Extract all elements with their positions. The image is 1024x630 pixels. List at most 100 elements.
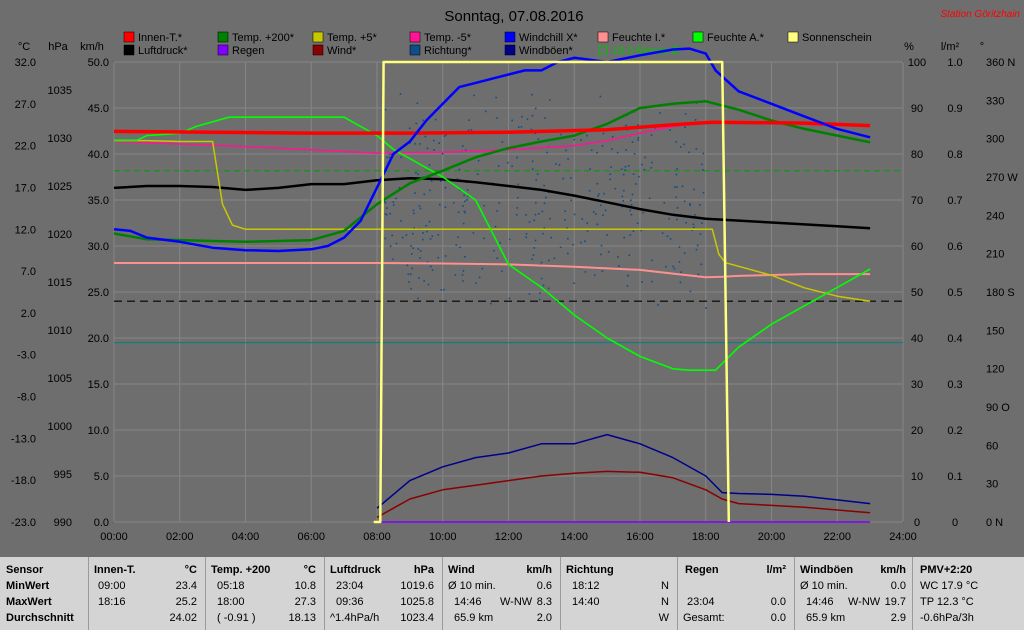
direction-point bbox=[414, 192, 416, 194]
direction-point bbox=[531, 168, 534, 171]
direction-point bbox=[415, 172, 417, 174]
hpa-tick-label: 1035 bbox=[48, 85, 72, 97]
direction-tick-label: 300 bbox=[986, 134, 1004, 146]
direction-point bbox=[484, 110, 487, 113]
stats-luftdruck-min-value: 1019.6 bbox=[400, 580, 434, 592]
legend-swatch bbox=[692, 31, 704, 43]
stats-wind-max-value: 8.3 bbox=[536, 596, 552, 608]
direction-point bbox=[384, 213, 387, 215]
direction-point bbox=[695, 248, 698, 251]
direction-point bbox=[564, 210, 567, 212]
percent-tick-label: 20 bbox=[911, 425, 923, 437]
legend-label: Temp. +5* bbox=[327, 32, 378, 44]
stats-col-temp200: Temp. +200 °C 05:18 10.8 18:00 27.3 ( -0.91… bbox=[205, 557, 325, 630]
direction-point bbox=[560, 133, 562, 136]
stats-regen-total-label: Gesamt: bbox=[683, 612, 725, 624]
celsius-tick-label: -13.0 bbox=[11, 433, 36, 445]
direction-point bbox=[508, 297, 511, 300]
x-tick-label: 00:00 bbox=[100, 531, 128, 543]
direction-point bbox=[417, 248, 420, 250]
percent-tick-label: 70 bbox=[911, 195, 923, 207]
stats-regen-header: Regen bbox=[685, 564, 719, 576]
legend-swatch bbox=[504, 44, 516, 56]
direction-point bbox=[535, 178, 538, 181]
direction-point bbox=[542, 284, 545, 287]
direction-point bbox=[596, 223, 599, 226]
direction-point bbox=[589, 168, 591, 170]
direction-point bbox=[476, 173, 479, 176]
direction-tick-label: 180 S bbox=[986, 287, 1015, 299]
direction-point bbox=[661, 232, 664, 234]
weather-chart: Sonntag, 07.08.2016 Station Göritzhain I… bbox=[0, 0, 1024, 555]
direction-point bbox=[604, 209, 607, 212]
direction-tick-label: 270 W bbox=[986, 172, 1018, 184]
direction-point bbox=[546, 151, 548, 154]
stats-pmv-header: PMV+2:20 bbox=[920, 564, 973, 576]
stats-col-windboen: Windböen km/h Ø 10 min. 0.0 14:46 W-NW 19.7 … bbox=[794, 557, 913, 630]
direction-point bbox=[408, 281, 410, 283]
x-tick-label: 10:00 bbox=[429, 531, 457, 543]
stats-richtung-min-value: N bbox=[661, 580, 669, 592]
hpa-tick-label: 1010 bbox=[48, 325, 72, 337]
direction-point bbox=[627, 274, 629, 277]
direction-point bbox=[540, 277, 543, 280]
direction-point bbox=[384, 237, 387, 240]
legend-label: Windböen* bbox=[519, 45, 574, 57]
percent-tick-label: 50 bbox=[911, 287, 923, 299]
direction-point bbox=[392, 258, 394, 261]
direction-point bbox=[437, 234, 440, 236]
direction-point bbox=[564, 218, 566, 221]
direction-point bbox=[410, 253, 413, 255]
direction-point bbox=[419, 257, 421, 259]
direction-point bbox=[511, 165, 513, 168]
stats-col-sensor: Sensor MinWert MaxWert Durchschnitt bbox=[0, 557, 89, 630]
legend-label: Temp. +200* bbox=[232, 32, 295, 44]
stats-richtung-max-time: 14:40 bbox=[572, 596, 600, 608]
kmh-tick-label: 25.0 bbox=[88, 287, 109, 299]
stats-wind-header: Wind bbox=[448, 564, 475, 576]
celsius-tick-label: -23.0 bbox=[11, 517, 36, 529]
direction-point bbox=[596, 182, 599, 185]
celsius-tick-label: 7.0 bbox=[21, 266, 36, 278]
direction-point bbox=[590, 149, 593, 152]
direction-point bbox=[663, 201, 666, 204]
direction-point bbox=[693, 214, 696, 216]
direction-point bbox=[542, 232, 544, 235]
direction-point bbox=[598, 193, 600, 195]
direction-point bbox=[424, 135, 427, 138]
direction-tick-label: 210 bbox=[986, 249, 1004, 261]
direction-point bbox=[609, 173, 612, 176]
direction-point bbox=[669, 129, 671, 131]
stats-windboen-unit: km/h bbox=[880, 564, 906, 576]
percent-tick-label: 90 bbox=[911, 103, 923, 115]
direction-point bbox=[455, 244, 458, 246]
direction-point bbox=[493, 249, 495, 252]
direction-point bbox=[462, 222, 465, 225]
direction-point bbox=[400, 220, 402, 222]
kmh-tick-label: 50.0 bbox=[88, 57, 109, 69]
direction-point bbox=[410, 245, 412, 247]
stats-innen-unit: °C bbox=[184, 564, 197, 576]
percent-tick-label: 80 bbox=[911, 149, 923, 161]
direction-point bbox=[533, 219, 535, 222]
direction-point bbox=[629, 199, 632, 202]
stats-header-sensor: Sensor bbox=[6, 564, 44, 576]
direction-point bbox=[537, 138, 540, 141]
direction-point bbox=[637, 136, 640, 139]
direction-point bbox=[399, 93, 402, 95]
direction-point bbox=[678, 246, 681, 248]
direction-point bbox=[452, 201, 455, 204]
direction-point bbox=[616, 151, 619, 154]
direction-point bbox=[431, 235, 434, 237]
stats-regen-total-value: 0.0 bbox=[770, 612, 786, 624]
direction-point bbox=[572, 243, 574, 246]
direction-point bbox=[457, 236, 459, 239]
stats-windboen-distance: 65.9 km bbox=[806, 612, 846, 624]
direction-point bbox=[625, 149, 628, 151]
direction-point bbox=[610, 148, 613, 150]
legend-swatch bbox=[217, 44, 229, 56]
celsius-tick-label: 17.0 bbox=[15, 182, 36, 194]
stats-wind-max-time: 14:46 bbox=[454, 596, 482, 608]
direction-point bbox=[632, 230, 635, 232]
direction-point bbox=[473, 94, 475, 97]
